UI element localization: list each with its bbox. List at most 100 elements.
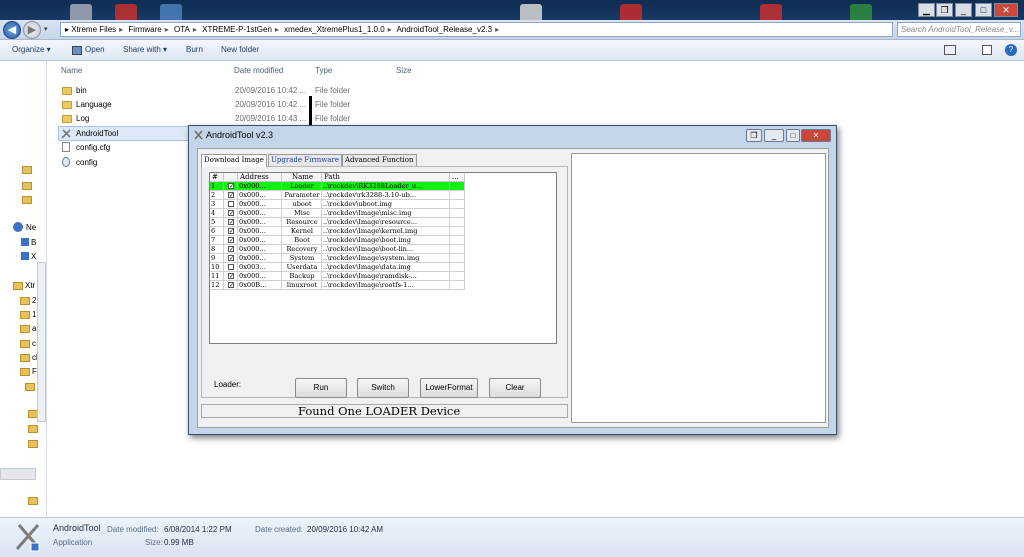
file-name[interactable]: config	[76, 158, 97, 167]
recent-pages-icon[interactable]: ▾	[44, 25, 48, 33]
row-more	[450, 218, 465, 227]
checkbox-checked[interactable]: ✓	[228, 255, 234, 262]
checkbox-unchecked[interactable]	[228, 201, 234, 207]
switch-button[interactable]: Switch	[357, 378, 409, 398]
clear-button[interactable]: Clear	[489, 378, 541, 398]
row-checkbox: ✓	[224, 218, 238, 227]
breadcrumb-item[interactable]: OTA	[174, 25, 190, 34]
breadcrumb-item[interactable]: Firmware	[128, 25, 161, 34]
run-button[interactable]: Run	[295, 378, 347, 398]
navigation-scrollbar[interactable]	[37, 262, 46, 422]
table-row[interactable]: 9 ✓ 0x000... System ..\rockdev\Image\system.…	[210, 254, 465, 263]
row-path: ..\rockdev\rk3288-3.10-ub...	[322, 191, 450, 200]
table-row[interactable]: 1 ✓ 0x000... Loader ..\rockdev\RK3288Loader_…	[210, 182, 465, 191]
row-address: 0x00B...	[238, 281, 282, 290]
forward-icon[interactable]: ▶	[23, 21, 41, 39]
close-button[interactable]: ✕	[994, 3, 1018, 17]
column-header-type[interactable]: Type	[315, 66, 332, 75]
checkbox-checked[interactable]: ✓	[228, 183, 234, 190]
grid-header-more[interactable]: ...	[450, 173, 465, 182]
nav-item-label[interactable]: B	[31, 238, 36, 247]
table-row[interactable]: 10 0x003... Userdata ..\rockdev\Image\data.…	[210, 263, 465, 272]
horizontal-scrollbar[interactable]	[0, 468, 36, 480]
tab-download-image[interactable]: Download Image	[201, 154, 267, 167]
organize-button[interactable]: Organize ▾	[12, 45, 51, 54]
open-button[interactable]: Open	[85, 45, 105, 54]
row-more	[450, 227, 465, 236]
open-icon	[72, 46, 82, 55]
table-row[interactable]: 5 ✓ 0x000... Resource ..\rockdev\Image\resou…	[210, 218, 465, 227]
breadcrumb[interactable]: ▸ Xtreme Files ▸ Firmware ▸ OTA ▸ XTREME-P-…	[60, 22, 893, 37]
new-folder-button[interactable]: New folder	[221, 45, 259, 54]
checkbox-checked[interactable]: ✓	[228, 246, 234, 253]
breadcrumb-item[interactable]: XTREME-P-1stGen	[202, 25, 272, 34]
tab-upgrade-firmware[interactable]: Upgrade Firmware	[268, 154, 342, 166]
restore-button[interactable]: ❐	[936, 3, 953, 17]
table-row[interactable]: 11 ✓ 0x000... Backup ..\rockdev\Image\ramdis…	[210, 272, 465, 281]
row-name: Kernel	[282, 227, 322, 236]
nav-item-label[interactable]: Xtr	[25, 281, 35, 290]
table-row[interactable]: 8 ✓ 0x000... Recovery ..\rockdev\Image\boot-…	[210, 245, 465, 254]
file-name[interactable]: bin	[76, 86, 87, 95]
column-header-name[interactable]: Name	[61, 66, 82, 75]
grid-header-name[interactable]: Name	[282, 173, 322, 182]
grid-header-address[interactable]: Address	[238, 173, 282, 182]
maximize-button[interactable]: □	[975, 3, 992, 17]
row-checkbox: ✓	[224, 227, 238, 236]
burn-button[interactable]: Burn	[186, 45, 203, 54]
breadcrumb-item[interactable]: Xtreme Files	[71, 25, 116, 34]
minimize-button[interactable]: _	[955, 3, 972, 17]
table-row[interactable]: 7 ✓ 0x000... Boot ..\rockdev\Image\boot.img	[210, 236, 465, 245]
breadcrumb-item[interactable]: AndroidTool_Release_v2.3	[396, 25, 492, 34]
checkbox-unchecked[interactable]	[228, 264, 234, 270]
preview-pane-icon[interactable]	[982, 45, 992, 55]
share-with-button[interactable]: Share with ▾	[123, 45, 167, 54]
file-date: 20/09/2016 10:43 ...	[235, 114, 307, 123]
table-row[interactable]: 4 ✓ 0x000... Misc ..\rockdev\Image\misc.img	[210, 209, 465, 218]
column-header-size[interactable]: Size	[396, 66, 412, 75]
file-name[interactable]: AndroidTool	[76, 129, 118, 138]
nav-item-label[interactable]: 2	[32, 296, 36, 305]
checkbox-checked[interactable]: ✓	[228, 210, 234, 217]
back-icon[interactable]: ◀	[3, 21, 21, 39]
row-path: ..\rockdev\uboot.img	[322, 200, 450, 209]
nav-item-label[interactable]: a	[32, 324, 36, 333]
minimize-button[interactable]: ▁	[918, 3, 935, 17]
checkbox-checked[interactable]: ✓	[228, 273, 234, 280]
search-input[interactable]: Search AndroidTool_Release_v...	[897, 22, 1021, 37]
maximize-button[interactable]: □	[786, 129, 800, 142]
nav-item-label[interactable]: 1	[32, 310, 36, 319]
lowerformat-button[interactable]: LowerFormat	[420, 378, 478, 398]
minimize-button[interactable]: _	[764, 129, 784, 142]
table-row[interactable]: 2 ✓ 0x000... Parameter ..\rockdev\rk3288-3.1…	[210, 191, 465, 200]
restore-icon[interactable]: ❐	[746, 129, 762, 142]
file-name[interactable]: config.cfg	[76, 143, 110, 152]
grid-header-check	[224, 173, 238, 182]
close-button[interactable]: ✕	[801, 129, 831, 142]
checkbox-checked[interactable]: ✓	[228, 237, 234, 244]
nav-item-label[interactable]: Ne	[26, 223, 36, 232]
folder-icon	[22, 182, 32, 190]
table-row[interactable]: 6 ✓ 0x000... Kernel ..\rockdev\Image\kernel.…	[210, 227, 465, 236]
table-row[interactable]: 12 ✓ 0x00B... linuxroot ..\rockdev\Image\roo…	[210, 281, 465, 290]
breadcrumb-item[interactable]: xmedex_XtremePlus1_1.0.0	[284, 25, 385, 34]
checkbox-checked[interactable]: ✓	[228, 282, 234, 289]
file-name[interactable]: Log	[76, 114, 89, 123]
checkbox-checked[interactable]: ✓	[228, 192, 234, 199]
table-row[interactable]: 3 0x000... uboot ..\rockdev\uboot.img	[210, 200, 465, 209]
grid-header-path[interactable]: Path	[322, 173, 450, 182]
row-address: 0x000...	[238, 245, 282, 254]
nav-item-label[interactable]: X	[31, 252, 36, 261]
tab-advanced-function[interactable]: Advanced Function	[342, 154, 417, 166]
view-options-icon[interactable]	[944, 45, 956, 55]
nav-item-label[interactable]: c	[32, 339, 36, 348]
folder-icon	[62, 87, 72, 95]
checkbox-checked[interactable]: ✓	[228, 228, 234, 235]
checkbox-checked[interactable]: ✓	[228, 219, 234, 226]
column-header-date[interactable]: Date modified	[234, 66, 283, 75]
file-name[interactable]: Language	[76, 100, 112, 109]
row-path: ..\rockdev\Image\misc.img	[322, 209, 450, 218]
file-date: 20/09/2016 10:42 ...	[235, 100, 307, 109]
help-icon[interactable]: ?	[1005, 44, 1017, 56]
row-path: ..\rockdev\Image\ramdisk-...	[322, 272, 450, 281]
